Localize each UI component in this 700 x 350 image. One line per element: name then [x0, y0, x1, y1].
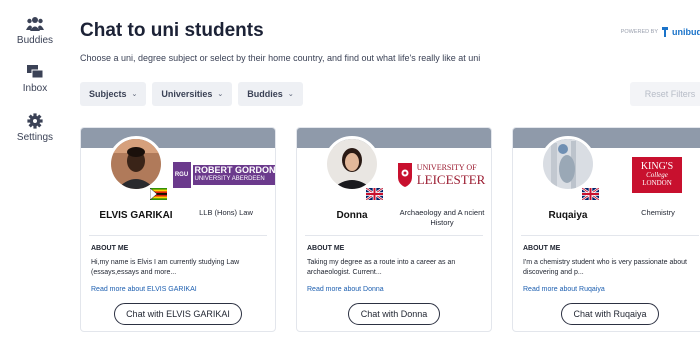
read-more-link[interactable]: Read more about ELVIS GARIKAI — [91, 286, 197, 293]
people-icon — [26, 17, 44, 31]
buddy-card: Ruqaiya KING'S College LONDON Chemistry … — [512, 127, 700, 332]
university-logo-line: LONDON — [642, 179, 672, 187]
about-heading: ABOUT ME — [307, 245, 345, 252]
sidebar-item-label: Inbox — [22, 83, 48, 94]
avatar — [540, 136, 596, 192]
about-text: Hi,my name is Elvis I am currently study… — [91, 259, 240, 277]
subjects-filter-label: Subjects — [89, 89, 127, 99]
powered-by: POWERED BY unibud — [621, 27, 700, 37]
buddies-filter[interactable]: Buddies ⌄ — [238, 82, 303, 106]
sidebar: Buddies Inbox Settings — [0, 0, 70, 350]
gear-icon — [27, 113, 43, 129]
reset-filters-button[interactable]: Reset Filters — [630, 82, 700, 106]
filter-bar: Subjects ⌄ Universities ⌄ Buddies ⌄ — [80, 82, 303, 106]
degree-subject: Archaeology and A ncient History — [399, 208, 485, 227]
zimbabwe-flag-icon — [149, 186, 168, 201]
divider — [521, 235, 699, 236]
leicester-shield-icon — [397, 163, 412, 187]
universities-filter[interactable]: Universities ⌄ — [152, 82, 233, 106]
about-text: Taking my degree as a route into a caree… — [307, 259, 456, 277]
rgu-logo-mark: RGU — [172, 162, 191, 188]
sidebar-item-settings[interactable]: Settings — [0, 113, 70, 143]
page-title: Chat to uni students — [80, 20, 264, 41]
chevron-down-icon: ⌄ — [131, 91, 138, 98]
inbox-icon — [27, 65, 44, 79]
sidebar-item-label: Settings — [16, 132, 54, 143]
sidebar-item-inbox[interactable]: Inbox — [0, 64, 70, 94]
card-header-band — [297, 128, 491, 148]
buddies-filter-label: Buddies — [247, 89, 283, 99]
page-subtitle: Choose a uni, degree subject or select b… — [80, 53, 481, 63]
universities-filter-label: Universities — [161, 89, 213, 99]
about-text: I'm a chemistry student who is very pass… — [523, 259, 687, 277]
university-logo-line: ROBERT GORDON — [194, 165, 276, 176]
buddy-name: Ruqaiya — [548, 210, 588, 221]
university-logo: KING'S College LONDON — [613, 154, 700, 196]
chat-button[interactable]: Chat with Ruqaiya — [561, 303, 659, 325]
university-logo: RGU ROBERT GORDON UNIVERSITY ABERDEEN — [172, 154, 275, 196]
uk-flag-icon — [581, 186, 600, 201]
chat-button[interactable]: Chat with Donna — [348, 303, 440, 325]
degree-subject: Chemistry — [641, 208, 675, 217]
avatar — [324, 136, 380, 192]
divider — [305, 235, 483, 236]
about-heading: ABOUT ME — [91, 245, 129, 252]
university-logo: UNIVERSITY OF LEICESTER — [397, 154, 485, 196]
degree-subject: LLB (Hons) Law — [199, 208, 253, 217]
powered-by-brand: unibud — [672, 27, 700, 37]
university-logo-line: UNIVERSITY ABERDEEN — [194, 176, 265, 183]
about-heading: ABOUT ME — [523, 245, 561, 252]
buddy-card: ELVIS GARIKAI RGU ROBERT GORDON UNIVERSI… — [80, 127, 276, 332]
unibuddy-logo-icon — [662, 27, 668, 37]
subjects-filter[interactable]: Subjects ⌄ — [80, 82, 147, 106]
read-more-link[interactable]: Read more about Ruqaiya — [523, 286, 605, 293]
uk-flag-icon — [365, 186, 384, 201]
buddy-name: ELVIS GARIKAI — [99, 210, 173, 221]
sidebar-item-label: Buddies — [16, 35, 54, 46]
divider — [89, 235, 267, 236]
powered-by-label: POWERED BY — [620, 29, 658, 35]
sidebar-item-buddies[interactable]: Buddies — [0, 16, 70, 46]
chat-button[interactable]: Chat with ELVIS GARIKAI — [114, 303, 242, 325]
card-header-band — [513, 128, 700, 148]
main-content: Chat to uni students Choose a uni, degre… — [70, 0, 700, 350]
chevron-down-icon: ⌄ — [217, 91, 224, 98]
card-header-band — [81, 128, 275, 148]
avatar — [108, 136, 164, 192]
buddy-name: Donna — [336, 210, 368, 221]
chevron-down-icon: ⌄ — [287, 91, 294, 98]
university-logo-line: LEICESTER — [416, 171, 486, 187]
buddy-card: Donna UNIVERSITY OF LEICESTER Archaeolog… — [296, 127, 492, 332]
read-more-link[interactable]: Read more about Donna — [307, 286, 384, 293]
